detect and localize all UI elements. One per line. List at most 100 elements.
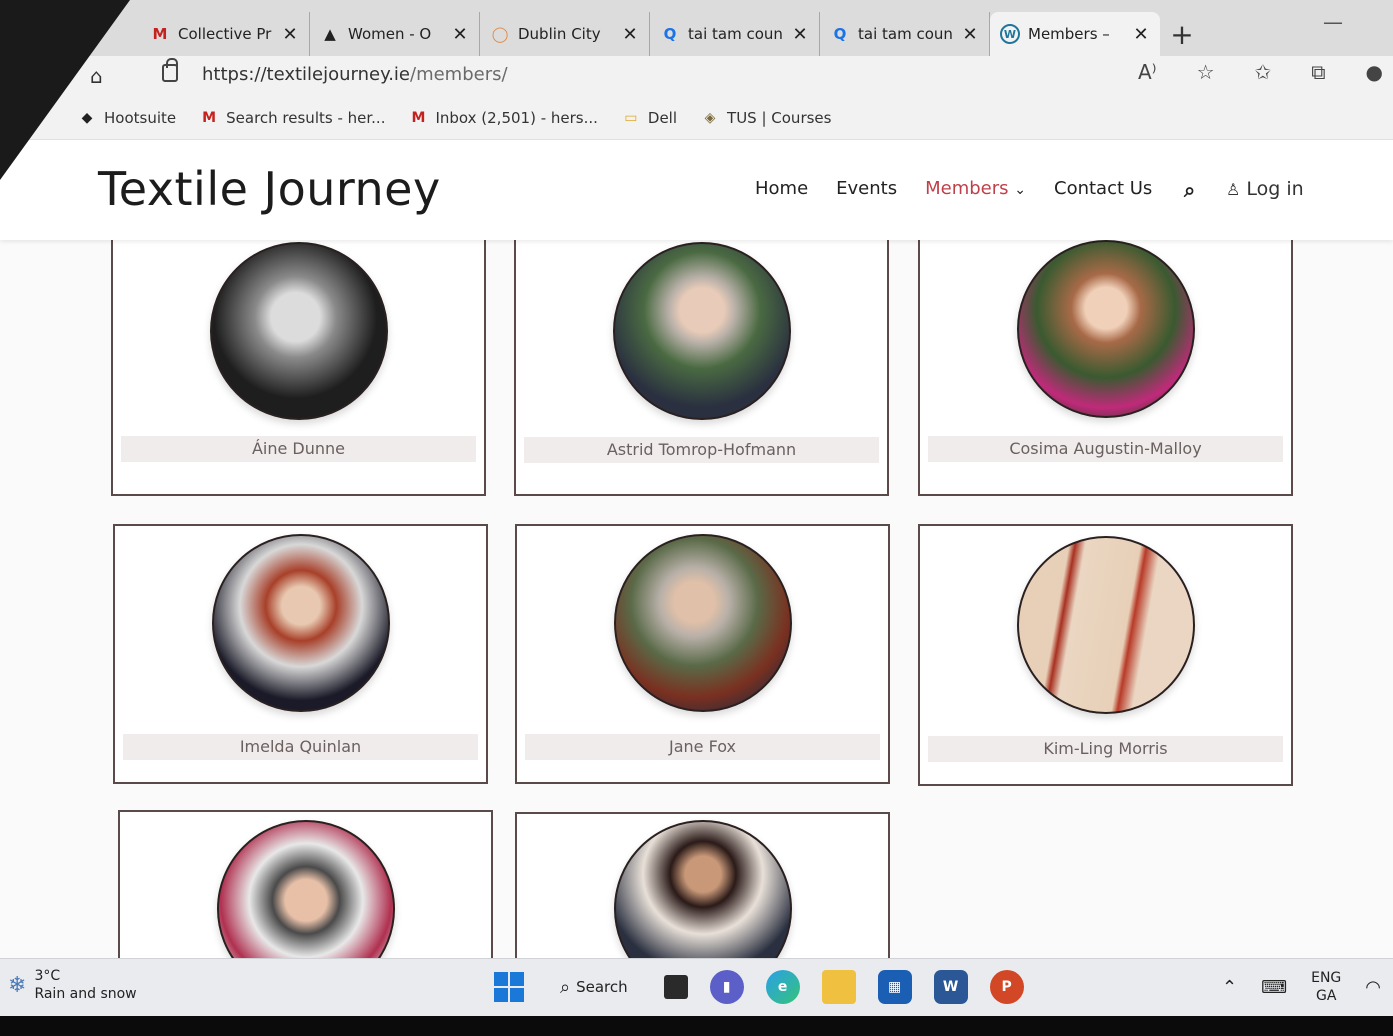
- browser-tab-members[interactable]: W Members – ✕: [990, 12, 1160, 56]
- keyboard-icon[interactable]: ⌨: [1261, 977, 1287, 998]
- close-icon[interactable]: ✕: [791, 24, 809, 45]
- tab-title: Members –: [1028, 25, 1110, 43]
- chevron-up-icon[interactable]: ⌃: [1222, 977, 1237, 998]
- collections-icon[interactable]: ⧉: [1311, 60, 1325, 84]
- website-icon: ◯: [491, 25, 509, 43]
- edge-icon[interactable]: e: [765, 970, 800, 1004]
- search-icon: Q: [663, 25, 677, 43]
- weather-icon: ❄: [8, 972, 27, 998]
- tab-title: Collective Pr: [178, 25, 272, 43]
- powerpoint-icon[interactable]: P: [989, 970, 1024, 1004]
- file-explorer-icon[interactable]: [821, 970, 856, 1004]
- language-indicator[interactable]: ENG GA: [1311, 969, 1341, 1005]
- nav-members[interactable]: Members ⌄: [925, 178, 1026, 199]
- bookmarks-bar: ◆ Hootsuite M Search results - her... M …: [0, 96, 1393, 140]
- member-name[interactable]: Astrid Tomrop-Hofmann: [524, 437, 879, 463]
- taskbar: ❄ 3°C Rain and snow ⌕ Search ▮ e ▦ W P ⌃…: [0, 958, 1393, 1016]
- member-name[interactable]: Kim-Ling Morris: [928, 736, 1283, 762]
- member-name[interactable]: Cosima Augustin-Malloy: [928, 436, 1283, 462]
- member-card[interactable]: Imelda Quinlan: [113, 524, 488, 784]
- main-nav: Home Events Members ⌄ Contact Us: [755, 178, 1152, 199]
- nav-members-label: Members: [925, 178, 1009, 199]
- site-title[interactable]: Textile Journey: [98, 162, 441, 216]
- browser-tab-3[interactable]: ◯ Dublin City ✕: [480, 12, 650, 56]
- bookmark-label: Dell: [647, 108, 678, 127]
- member-photo[interactable]: [1016, 536, 1195, 714]
- user-icon: ♙: [1226, 179, 1241, 199]
- nav-events[interactable]: Events: [836, 178, 897, 199]
- member-photo[interactable]: [612, 242, 791, 420]
- word-icon[interactable]: W: [933, 970, 968, 1004]
- favorite-add-icon[interactable]: ☆: [1197, 60, 1215, 84]
- screen: M Collective Pr ✕ ▲ Women - O ✕ ◯ Dublin…: [0, 0, 1393, 1036]
- bookmark-tus-courses[interactable]: ◈ TUS | Courses: [701, 109, 832, 127]
- member-photo[interactable]: [209, 242, 388, 420]
- address-bar-row: ⌂ https://textilejourney.ie/members/ A⁾ …: [0, 56, 1393, 96]
- lock-icon[interactable]: [162, 58, 178, 82]
- minimize-icon[interactable]: —: [1323, 10, 1343, 34]
- member-name[interactable]: Imelda Quinlan: [123, 734, 478, 760]
- member-photo[interactable]: [211, 534, 390, 712]
- member-card[interactable]: Cosima Augustin-Malloy: [918, 240, 1293, 496]
- member-name[interactable]: Jane Fox: [525, 734, 880, 760]
- login-link[interactable]: ♙ Log in: [1226, 178, 1304, 200]
- profile-icon[interactable]: ●: [1366, 60, 1383, 84]
- taskbar-search[interactable]: ⌕ Search: [546, 969, 642, 1005]
- member-card[interactable]: Kim-Ling Morris: [918, 524, 1293, 786]
- temperature: 3°C: [34, 968, 61, 984]
- member-card[interactable]: [515, 812, 890, 958]
- member-card[interactable]: [118, 810, 493, 958]
- member-name[interactable]: Áine Dunne: [121, 436, 476, 462]
- close-icon[interactable]: ✕: [451, 24, 469, 45]
- new-tab-button[interactable]: +: [1160, 12, 1204, 56]
- address-tools: A⁾ ☆ ✩ ⧉ ●: [1138, 60, 1383, 84]
- member-card[interactable]: Jane Fox: [515, 524, 890, 784]
- task-view-icon[interactable]: [663, 975, 688, 999]
- address-bar[interactable]: https://textilejourney.ie/members/: [202, 64, 508, 85]
- browser-tab-4[interactable]: Q tai tam coun ✕: [650, 12, 820, 56]
- member-photo[interactable]: [1016, 240, 1195, 418]
- search-icon: ⌕: [560, 976, 571, 998]
- system-tray: ⌃ ⌨ ENG GA ◠: [1222, 969, 1381, 1005]
- bookmark-dell[interactable]: ▭ Dell: [622, 109, 677, 127]
- bookmark-label: Inbox (2,501) - hers...: [435, 108, 598, 127]
- login-label: Log in: [1246, 178, 1304, 200]
- members-grid: Áine Dunne Astrid Tomrop-Hofmann Cosima …: [0, 240, 1393, 958]
- gmail-icon: M: [411, 109, 426, 126]
- nav-home[interactable]: Home: [755, 178, 808, 199]
- close-icon[interactable]: ✕: [1132, 24, 1150, 45]
- close-icon[interactable]: ✕: [281, 24, 299, 45]
- search-icon: Q: [833, 25, 847, 43]
- url-host: https://textilejourney.ie: [202, 64, 410, 85]
- monitor-bezel: [0, 0, 130, 180]
- wifi-icon[interactable]: ◠: [1365, 977, 1381, 998]
- member-photo[interactable]: [613, 534, 792, 712]
- tus-icon: ◈: [704, 109, 716, 126]
- tab-title: tai tam coun: [688, 25, 783, 43]
- nav-contact[interactable]: Contact Us: [1054, 178, 1152, 199]
- adidas-icon: ▲: [324, 25, 336, 43]
- store-icon[interactable]: ▦: [877, 970, 912, 1004]
- close-icon[interactable]: ✕: [961, 24, 979, 45]
- read-aloud-icon[interactable]: A⁾: [1138, 60, 1157, 84]
- browser-tab-5[interactable]: Q tai tam coun ✕: [820, 12, 990, 56]
- windows-start-icon[interactable]: [494, 972, 524, 1002]
- search-icon[interactable]: ⌕: [1184, 178, 1195, 202]
- bookmark-inbox[interactable]: M Inbox (2,501) - hers...: [409, 108, 598, 127]
- browser-tab-2[interactable]: ▲ Women - O ✕: [310, 12, 480, 56]
- url-path: /members/: [410, 64, 508, 85]
- member-card[interactable]: Áine Dunne: [111, 240, 486, 496]
- member-card[interactable]: Astrid Tomrop-Hofmann: [514, 240, 889, 496]
- favorites-icon[interactable]: ✩: [1255, 60, 1272, 84]
- member-photo[interactable]: [613, 820, 792, 958]
- bookmark-search-results[interactable]: M Search results - her...: [200, 109, 385, 127]
- chat-icon[interactable]: ▮: [709, 970, 744, 1004]
- tab-title: Dublin City: [518, 25, 601, 43]
- member-photo[interactable]: [216, 820, 395, 958]
- close-icon[interactable]: ✕: [621, 24, 639, 45]
- weather-widget[interactable]: ❄ 3°C Rain and snow: [8, 967, 137, 1003]
- monitor-bezel-bottom: [0, 1016, 1393, 1036]
- tab-title: Women - O: [348, 25, 432, 43]
- lang-top: ENG: [1311, 970, 1342, 986]
- browser-tab-1[interactable]: M Collective Pr ✕: [140, 12, 310, 56]
